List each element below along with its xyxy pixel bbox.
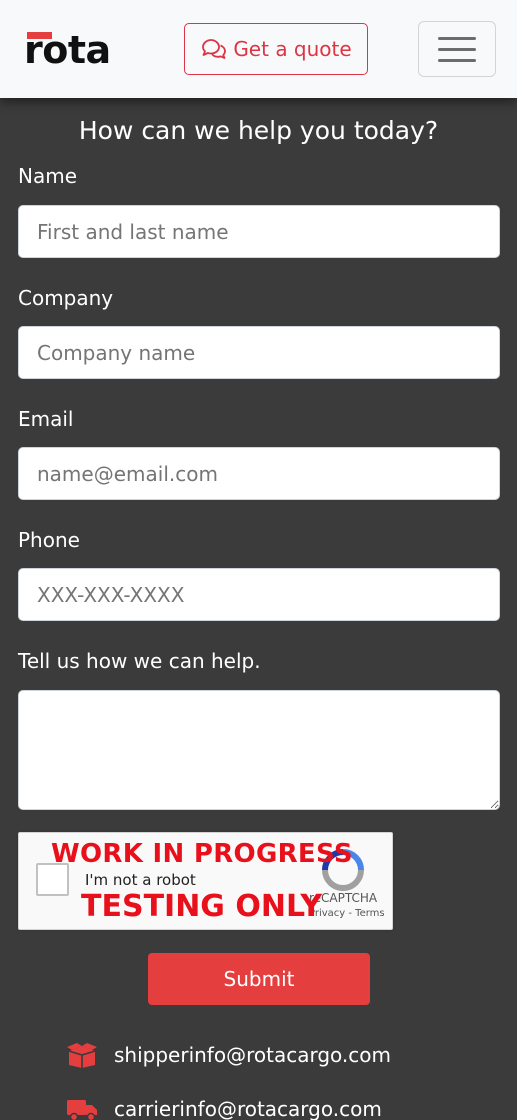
get-a-quote-button[interactable]: Get a quote: [184, 23, 368, 75]
recaptcha-widget: I'm not a robot reCAPTCHA Privacy - Term…: [18, 832, 393, 930]
get-a-quote-label: Get a quote: [233, 37, 352, 61]
message-label: Tell us how we can help.: [18, 649, 261, 673]
shipper-contact[interactable]: shipperinfo@rotacargo.com: [66, 1042, 391, 1068]
submit-button[interactable]: Submit: [148, 953, 370, 1005]
menu-toggle-button[interactable]: [418, 21, 496, 77]
company-field[interactable]: [18, 326, 500, 379]
phone-label: Phone: [18, 528, 80, 552]
message-textarea[interactable]: [18, 690, 500, 810]
phone-field[interactable]: [18, 568, 500, 621]
email-field[interactable]: [18, 447, 500, 500]
box-icon: [67, 1043, 97, 1068]
carrier-contact[interactable]: carrierinfo@rotacargo.com: [66, 1096, 382, 1120]
testing-only-overlay: TESTING ONLY: [81, 889, 323, 924]
recaptcha-label: I'm not a robot: [85, 871, 196, 889]
email-label: Email: [18, 407, 74, 431]
carrier-email[interactable]: carrierinfo@rotacargo.com: [114, 1097, 382, 1120]
company-label: Company: [18, 286, 114, 310]
truck-icon: [67, 1100, 97, 1120]
comments-icon: [202, 39, 227, 59]
navbar: rota Get a quote: [0, 0, 517, 98]
name-label: Name: [18, 164, 78, 188]
shipper-email[interactable]: shipperinfo@rotacargo.com: [114, 1043, 391, 1067]
form-title: How can we help you today?: [78, 116, 439, 145]
work-in-progress-overlay: WORK IN PROGRESS: [51, 839, 353, 869]
logo[interactable]: rota: [24, 30, 111, 70]
hamburger-menu-icon: [438, 36, 476, 40]
name-field[interactable]: [18, 205, 500, 258]
hamburger-menu-icon-line: [438, 58, 476, 62]
hamburger-menu-icon-line: [438, 47, 476, 51]
